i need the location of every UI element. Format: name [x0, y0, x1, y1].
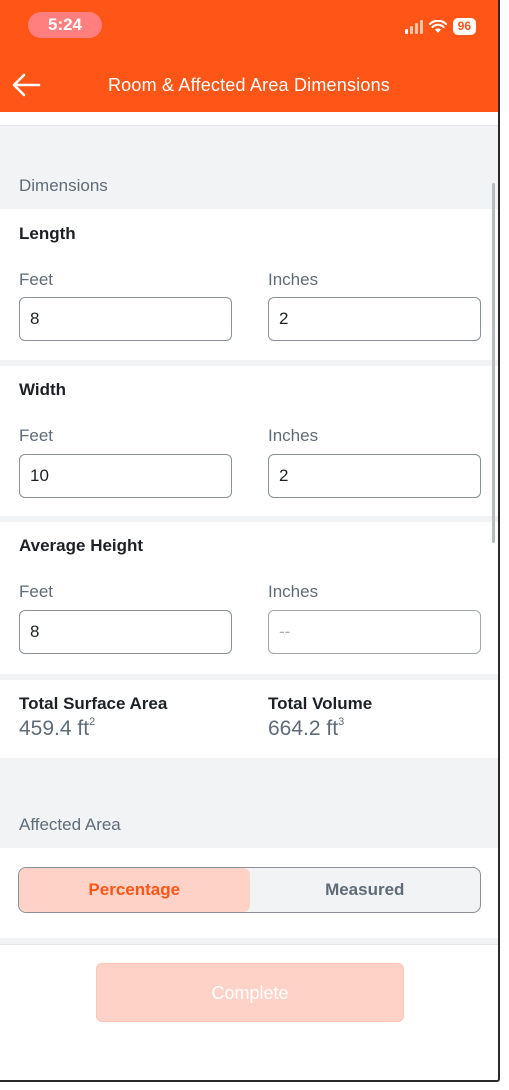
- total-volume-label: Total Volume: [268, 694, 373, 713]
- length-inches-label: Inches: [268, 270, 319, 289]
- affected-area-toggle: Percentage Measured: [18, 867, 481, 913]
- measured-option[interactable]: Measured: [250, 868, 481, 912]
- previous-section-edge: [0, 112, 498, 126]
- wifi-icon: [428, 19, 447, 33]
- scrollbar[interactable]: [492, 183, 495, 543]
- length-title: Length: [19, 224, 76, 243]
- length-inches-input[interactable]: 2: [268, 297, 481, 341]
- battery-indicator: 96: [452, 18, 476, 35]
- width-inches-input[interactable]: 2: [268, 454, 481, 498]
- status-time: 5:24: [28, 12, 102, 38]
- height-feet-label: Feet: [19, 582, 54, 601]
- dimensions-section-label: Dimensions: [19, 176, 108, 195]
- footer-bar: Complete: [0, 944, 498, 1080]
- height-feet-input[interactable]: 8: [19, 610, 232, 654]
- height-inches-input[interactable]: --: [268, 610, 481, 654]
- width-feet-label: Feet: [19, 426, 54, 445]
- status-icons: 96: [404, 18, 476, 35]
- page-title: Room & Affected Area Dimensions: [107, 75, 390, 95]
- total-surface-area-label: Total Surface Area: [19, 694, 168, 713]
- length-feet-input[interactable]: 8: [19, 297, 232, 341]
- complete-button[interactable]: Complete: [96, 963, 404, 1022]
- total-surface-area-value: 459.4 ft2: [19, 716, 96, 740]
- length-card: Length Feet Inches 8 2: [0, 209, 498, 360]
- length-feet-label: Feet: [19, 270, 54, 289]
- signal-icon: [404, 19, 423, 34]
- width-inches-label: Inches: [268, 426, 319, 445]
- height-card: Average Height Feet Inches 8 --: [0, 522, 498, 674]
- app-screen: 5:24 96 Room & Affected Area Dimensions …: [0, 0, 500, 1082]
- percentage-option[interactable]: Percentage: [19, 868, 250, 912]
- width-title: Width: [19, 380, 67, 399]
- affected-area-section-label: Affected Area: [19, 815, 121, 834]
- total-volume-value: 664.2 ft3: [268, 716, 345, 740]
- width-feet-input[interactable]: 10: [19, 454, 232, 498]
- header-bar: 5:24 96 Room & Affected Area Dimensions: [0, 0, 498, 112]
- totals-card: Total Surface Area 459.4 ft2 Total Volum…: [0, 680, 498, 758]
- height-title: Average Height: [19, 536, 144, 555]
- width-card: Width Feet Inches 10 2: [0, 366, 498, 516]
- height-inches-label: Inches: [268, 582, 319, 601]
